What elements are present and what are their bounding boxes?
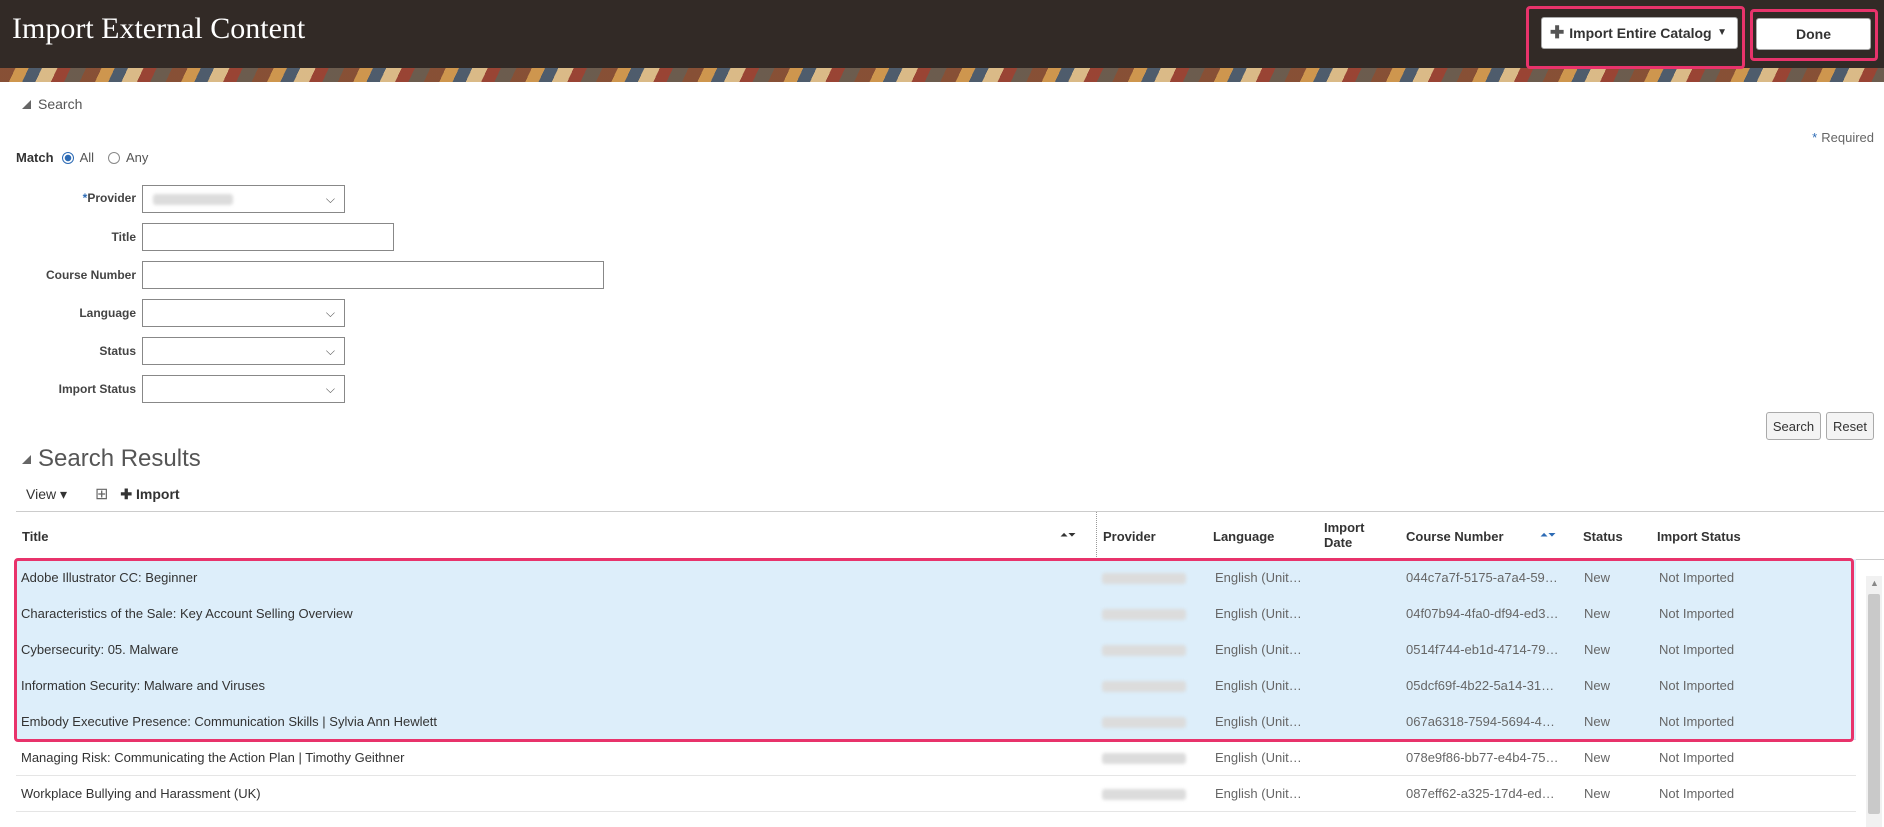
provider-value-redacted <box>153 194 233 205</box>
done-button[interactable]: Done <box>1756 18 1871 50</box>
row-course-number: 078e9f86-bb77-e4b4-75… <box>1406 750 1559 765</box>
required-label: Required <box>1821 130 1874 145</box>
match-label: Match <box>16 150 54 165</box>
title-input[interactable] <box>142 223 394 251</box>
provider-select[interactable]: ⌵ <box>142 185 345 213</box>
col-provider[interactable]: Provider <box>1103 529 1156 544</box>
match-radio-group: Match All Any <box>16 150 162 165</box>
required-star-icon: * <box>1812 130 1818 145</box>
search-section-label: Search <box>38 96 83 112</box>
col-title[interactable]: Title <box>22 529 49 544</box>
column-divider[interactable] <box>1096 512 1097 559</box>
page-title: Import External Content <box>12 12 306 45</box>
search-results-toggle[interactable]: Search Results <box>22 445 201 473</box>
status-select[interactable]: ⌵ <box>142 337 345 365</box>
table-row[interactable]: Workplace Bullying and Harassment (UK) En… <box>16 775 1856 812</box>
selected-rows-highlight <box>14 558 1854 742</box>
search-results-label: Search Results <box>38 445 201 472</box>
chevron-down-icon: ⌵ <box>325 192 335 206</box>
match-all-label[interactable]: All <box>80 150 94 165</box>
table-scrollbar[interactable]: ▲ <box>1866 576 1882 827</box>
col-import-status[interactable]: Import Status <box>1657 529 1741 544</box>
table-header: Title ⏶⏷ Provider Language Import Date C… <box>16 511 1884 560</box>
row-title[interactable]: Workplace Bullying and Harassment (UK) <box>21 786 1081 801</box>
row-provider-redacted <box>1102 789 1186 800</box>
sort-title-icon[interactable]: ⏶⏷ <box>1060 530 1076 541</box>
row-provider-redacted <box>1102 753 1186 764</box>
col-import-date[interactable]: Import Date <box>1324 520 1384 550</box>
language-label: Language <box>79 306 136 320</box>
search-section-toggle[interactable]: Search <box>22 96 82 112</box>
collapse-triangle-icon <box>22 99 31 109</box>
chevron-down-icon: ⌵ <box>325 306 335 320</box>
import-entire-catalog-label: Import Entire Catalog <box>1569 25 1712 41</box>
required-note: * Required <box>1812 130 1874 145</box>
sort-course-number-icon[interactable]: ⏶⏷ <box>1540 530 1556 541</box>
dropdown-caret-icon[interactable]: ▼ <box>1717 27 1727 38</box>
row-language: English (Unit… <box>1215 786 1302 801</box>
chevron-down-icon: ⌵ <box>325 382 335 396</box>
row-status: New <box>1584 750 1611 765</box>
col-course-number[interactable]: Course Number <box>1406 529 1504 544</box>
results-toolbar: View ▾ ⊞ ✚ Import <box>26 484 180 504</box>
chevron-down-icon: ⌵ <box>325 344 335 358</box>
freeze-columns-icon[interactable]: ⊞ <box>95 484 108 504</box>
match-all-radio[interactable] <box>61 151 74 164</box>
collapse-triangle-icon <box>22 454 31 464</box>
provider-label: *Provider <box>82 191 136 205</box>
import-status-label: Import Status <box>58 382 136 396</box>
match-any-label[interactable]: Any <box>126 150 148 165</box>
course-number-label: Course Number <box>45 268 136 282</box>
status-label: Status <box>99 344 136 358</box>
col-status[interactable]: Status <box>1583 529 1623 544</box>
row-import-status: Not Imported <box>1659 786 1735 801</box>
row-language: English (Unit… <box>1215 750 1302 765</box>
import-button[interactable]: ✚ Import <box>120 486 179 503</box>
title-label: Title <box>111 230 136 244</box>
scrollbar-thumb[interactable] <box>1868 594 1880 814</box>
row-import-status: Not Imported <box>1659 750 1735 765</box>
header-decorative-band <box>0 68 1884 82</box>
import-status-select[interactable]: ⌵ <box>142 375 345 403</box>
scroll-up-icon[interactable]: ▲ <box>1870 578 1879 588</box>
match-any-radio[interactable] <box>108 151 121 164</box>
row-title[interactable]: Managing Risk: Communicating the Action … <box>21 750 1081 765</box>
view-menu[interactable]: View ▾ <box>26 486 67 503</box>
col-language[interactable]: Language <box>1213 529 1274 544</box>
search-button[interactable]: Search <box>1766 412 1821 440</box>
row-course-number: 087eff62-a325-17d4-ed… <box>1406 786 1555 801</box>
table-row[interactable]: Managing Risk: Communicating the Action … <box>16 739 1856 776</box>
plus-icon: ✚ <box>1550 23 1565 42</box>
reset-button[interactable]: Reset <box>1826 412 1874 440</box>
import-entire-catalog-button[interactable]: ✚ Import Entire Catalog ▼ <box>1541 17 1738 49</box>
row-status: New <box>1584 786 1611 801</box>
course-number-input[interactable] <box>142 261 604 289</box>
language-select[interactable]: ⌵ <box>142 299 345 327</box>
